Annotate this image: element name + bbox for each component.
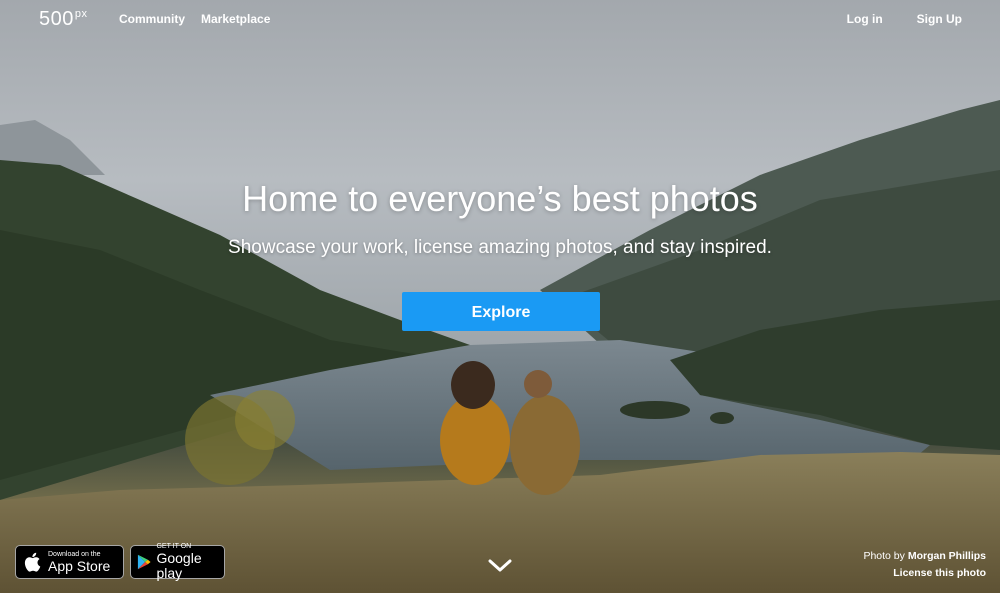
nav-link-marketplace[interactable]: Marketplace <box>201 12 270 26</box>
hero-subheadline: Showcase your work, license amazing phot… <box>228 237 772 258</box>
nav-link-community[interactable]: Community <box>119 12 185 26</box>
apple-icon <box>24 552 41 572</box>
google-play-badge[interactable]: GET IT ON Google play <box>130 543 225 581</box>
chevron-down-icon[interactable] <box>487 558 513 574</box>
hero-headline: Home to everyone’s best photos <box>242 178 758 219</box>
explore-button[interactable]: Explore <box>402 292 600 331</box>
nav-auth: Log in Sign Up <box>847 12 962 26</box>
photographer-link[interactable]: Morgan Phillips <box>908 550 986 562</box>
top-nav: 500px Community Marketplace Log in Sign … <box>0 0 1000 36</box>
logo-superscript: px <box>74 8 88 20</box>
hero-section: 500px Community Marketplace Log in Sign … <box>0 0 1000 593</box>
logo-text: 500 <box>39 8 74 30</box>
brand-logo[interactable]: 500px <box>39 8 88 31</box>
appstore-big-text: App Store <box>48 557 111 574</box>
gplay-big-text: Google play <box>156 550 202 581</box>
app-store-badge[interactable]: Download on the App Store <box>15 545 124 579</box>
credit-prefix: Photo by <box>863 550 905 562</box>
license-photo-link[interactable]: License this photo <box>893 567 986 579</box>
photo-credit: Photo by Morgan Phillips License this ph… <box>863 548 986 582</box>
login-link[interactable]: Log in <box>847 12 883 26</box>
signup-link[interactable]: Sign Up <box>917 12 962 26</box>
nav-primary: Community Marketplace <box>119 12 270 26</box>
google-play-icon <box>137 554 151 570</box>
